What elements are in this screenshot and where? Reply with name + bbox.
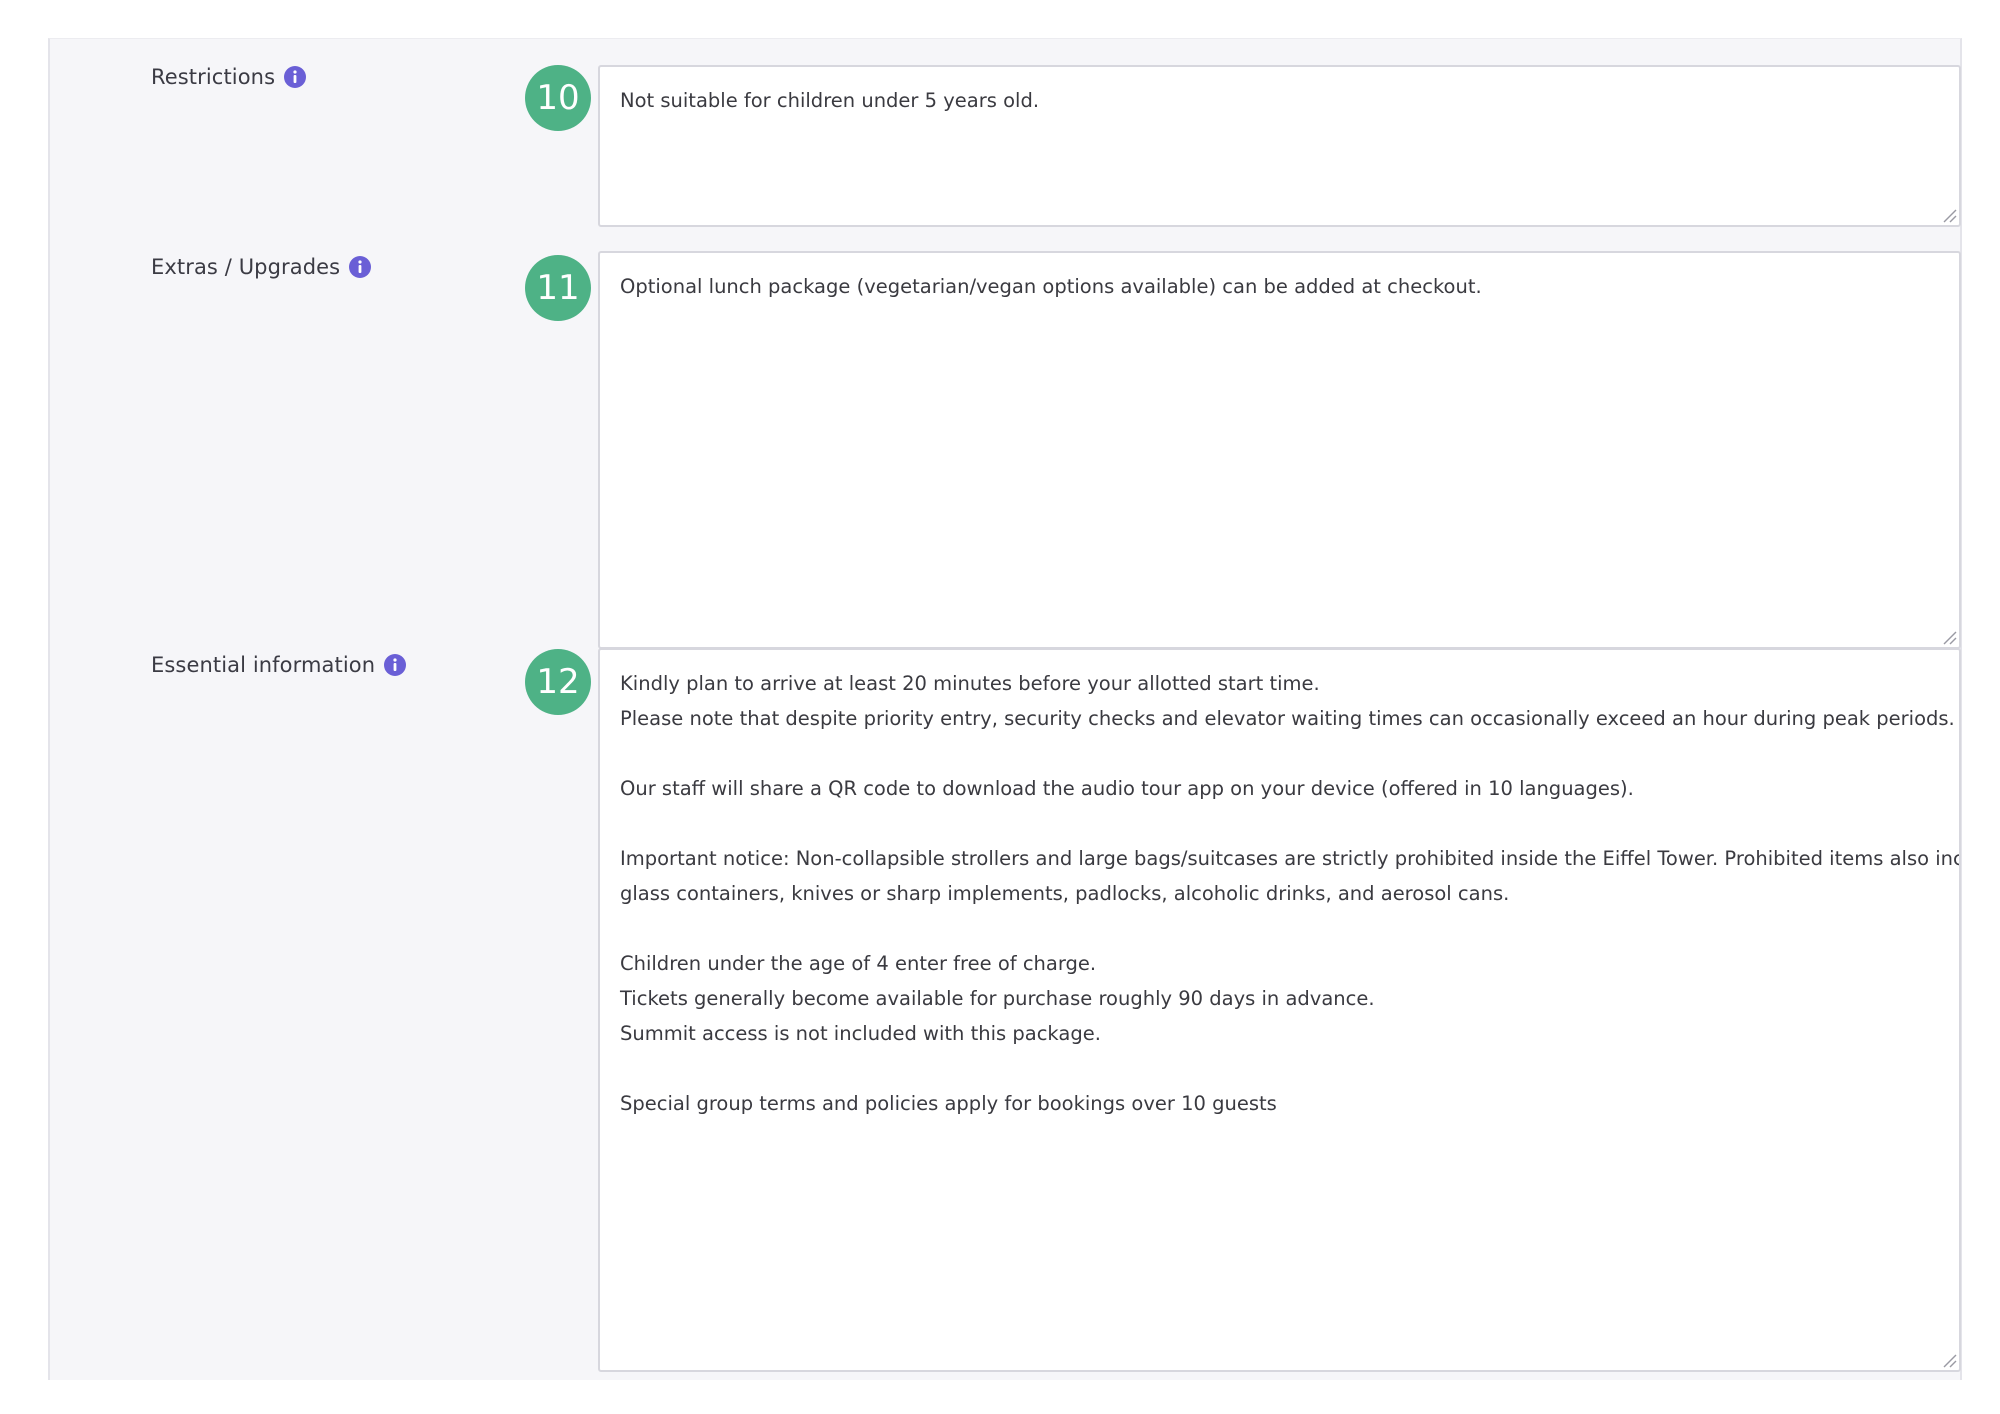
restrictions-label: Restrictions bbox=[151, 65, 307, 89]
resize-handle-icon[interactable] bbox=[1941, 629, 1957, 645]
step-badge-extras-upgrades: 11 bbox=[525, 255, 591, 321]
textarea-line bbox=[620, 736, 1939, 771]
textarea-line: Summit access is not included with this … bbox=[620, 1022, 1101, 1045]
extras-upgrades-textarea[interactable]: Optional lunch package (vegetarian/vegan… bbox=[598, 251, 1961, 649]
resize-handle-icon[interactable] bbox=[1941, 207, 1957, 223]
textarea-line: Tickets generally become available for p… bbox=[620, 987, 1375, 1010]
info-icon[interactable] bbox=[348, 255, 372, 279]
textarea-line bbox=[620, 911, 1939, 946]
textarea-line: Please note that despite priority entry,… bbox=[620, 707, 1955, 730]
essential-information-label-text: Essential information bbox=[151, 653, 376, 677]
extras-upgrades-label: Extras / Upgrades bbox=[151, 255, 372, 279]
textarea-line: Not suitable for children under 5 years … bbox=[620, 89, 1040, 112]
restrictions-textarea[interactable]: Not suitable for children under 5 years … bbox=[598, 65, 1961, 227]
resize-handle-icon[interactable] bbox=[1941, 1352, 1957, 1368]
textarea-line: Children under the age of 4 enter free o… bbox=[620, 952, 1097, 975]
textarea-line bbox=[620, 806, 1939, 841]
textarea-line: Important notice: Non-collapsible stroll… bbox=[620, 847, 1961, 870]
restrictions-label-text: Restrictions bbox=[151, 65, 276, 89]
info-icon[interactable] bbox=[283, 65, 307, 89]
info-icon[interactable] bbox=[383, 653, 407, 677]
form-panel: Restrictions 10 Not suitable for childre… bbox=[48, 38, 1962, 1380]
essential-information-label: Essential information bbox=[151, 653, 407, 677]
textarea-line bbox=[620, 1051, 1939, 1086]
essential-information-textarea[interactable]: Kindly plan to arrive at least 20 minute… bbox=[598, 648, 1961, 1372]
extras-upgrades-label-text: Extras / Upgrades bbox=[151, 255, 341, 279]
step-badge-essential-information: 12 bbox=[525, 649, 591, 715]
textarea-line: Kindly plan to arrive at least 20 minute… bbox=[620, 672, 1320, 695]
textarea-line: glass containers, knives or sharp implem… bbox=[620, 882, 1510, 905]
textarea-line: Optional lunch package (vegetarian/vegan… bbox=[620, 275, 1482, 298]
textarea-line: Special group terms and policies apply f… bbox=[620, 1092, 1277, 1115]
step-badge-restrictions: 10 bbox=[525, 65, 591, 131]
textarea-line: Our staff will share a QR code to downlo… bbox=[620, 777, 1634, 800]
